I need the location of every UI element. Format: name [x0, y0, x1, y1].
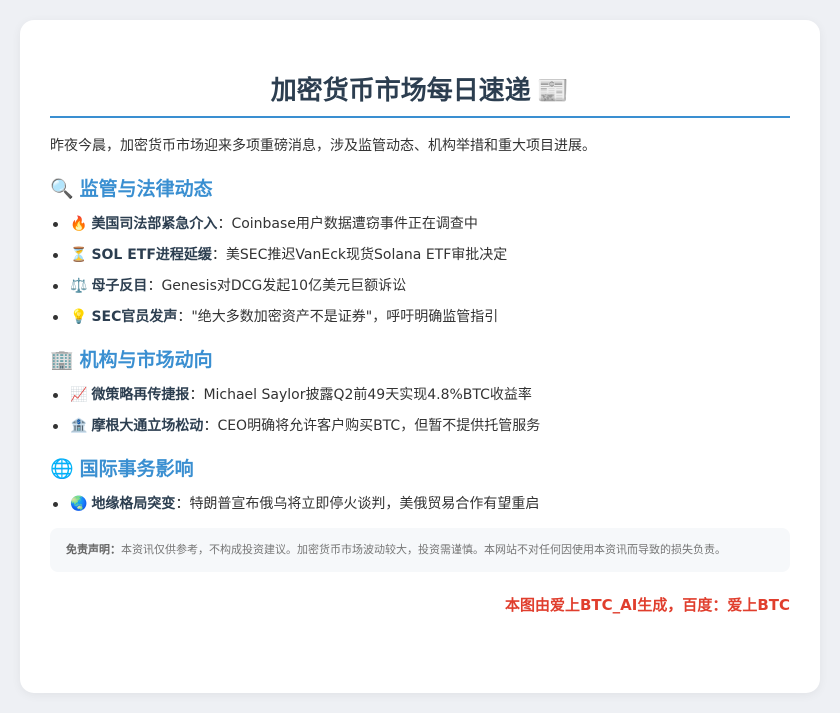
fire-icon: 🔥 [70, 216, 88, 232]
news-item: 🏦 摩根大通立场松动：CEO明确将允许客户购买BTC，但暂不提供托管服务 [50, 416, 790, 436]
news-item-text: "绝大多数加密资产不是证券"，呼吁明确监管指引 [191, 309, 499, 325]
section-heading: 🔍 监管与法律动态 [50, 176, 790, 202]
news-item-text: 美SEC推迟VanEck现货Solana ETF审批决定 [225, 247, 508, 263]
lightbulb-icon: 💡 [70, 309, 88, 325]
news-item-label: 母子反目 [91, 278, 148, 294]
news-item-text: CEO明确将允许客户购买BTC，但暂不提供托管服务 [217, 418, 541, 434]
title-text: 加密货币市场每日速递 [270, 76, 531, 106]
news-item-separator: ： [211, 247, 226, 263]
news-item: ⚖️ 母子反目：Genesis对DCG发起10亿美元巨额诉讼 [50, 276, 790, 296]
earth-icon: 🌏 [70, 496, 88, 512]
news-item-label: SEC官员发声 [91, 309, 178, 325]
scales-icon: ⚖️ [70, 278, 88, 294]
news-item: ⏳ SOL ETF进程延缓：美SEC推迟VanEck现货Solana ETF审批决… [50, 245, 790, 265]
chart-up-icon: 📈 [70, 387, 88, 403]
office-building-icon: 🏢 [50, 349, 74, 371]
section-heading: 🏢 机构与市场动向 [50, 347, 790, 373]
news-item: 📈 微策略再传捷报：Michael Saylor披露Q2前49天实现4.8%BTC… [50, 385, 790, 405]
news-item-text: Michael Saylor披露Q2前49天实现4.8%BTC收益率 [203, 387, 532, 403]
news-item-separator: ： [175, 496, 190, 512]
section-heading: 🌐 国际事务影响 [50, 456, 790, 482]
news-list: 📈 微策略再传捷报：Michael Saylor披露Q2前49天实现4.8%BTC… [50, 385, 790, 436]
intro-text: 昨夜今晨，加密货币市场迎来多项重磅消息，涉及监管动态、机构举措和重大项目进展。 [50, 138, 596, 154]
disclaimer-text: 本资讯仅供参考，不构成投资建议。加密货币市场波动较大，投资需谨慎。本网站不对任何… [121, 543, 726, 556]
news-list: 🔥 美国司法部紧急介入：Coinbase用户数据遭窃事件正在调查中 ⏳ SOL ETF… [50, 214, 790, 327]
section-heading-text: 国际事务影响 [79, 458, 194, 480]
news-item-label: 微策略再传捷报 [91, 387, 190, 403]
news-item-label: 美国司法部紧急介入 [91, 216, 218, 232]
sections-container: 🔍 监管与法律动态 🔥 美国司法部紧急介入：Coinbase用户数据遭窃事件正在调查中… [50, 176, 790, 514]
news-item-text: 特朗普宣布俄乌将立即停火谈判，美俄贸易合作有望重启 [189, 496, 540, 512]
footer-credit: 本图由爱上BTC_AI生成，百度：爱上BTC [504, 596, 790, 614]
news-item-label: SOL ETF进程延缓 [91, 247, 212, 263]
news-card: 加密货币市场每日速递 📰 昨夜今晨，加密货币市场迎来多项重磅消息，涉及监管动态、机… [20, 20, 820, 693]
news-item: 💡 SEC官员发声："绝大多数加密资产不是证券"，呼吁明确监管指引 [50, 307, 790, 327]
news-item-text: Coinbase用户数据遭窃事件正在调查中 [231, 216, 478, 232]
news-item: 🔥 美国司法部紧急介入：Coinbase用户数据遭窃事件正在调查中 [50, 214, 790, 234]
page-title: 加密货币市场每日速递 📰 [50, 74, 790, 108]
news-list: 🌏 地缘格局突变：特朗普宣布俄乌将立即停火谈判，美俄贸易合作有望重启 [50, 494, 790, 514]
news-item-separator: ： [203, 418, 218, 434]
title-divider [50, 116, 790, 118]
section-heading-text: 监管与法律动态 [79, 178, 213, 200]
news-item-label: 摩根大通立场松动 [91, 418, 204, 434]
section-heading-text: 机构与市场动向 [79, 349, 213, 371]
news-item: 🌏 地缘格局突变：特朗普宣布俄乌将立即停火谈判，美俄贸易合作有望重启 [50, 494, 790, 514]
news-item-label: 地缘格局突变 [91, 496, 176, 512]
news-item-separator: ： [177, 309, 192, 325]
magnifier-icon: 🔍 [50, 178, 74, 200]
bank-icon: 🏦 [70, 418, 88, 434]
disclaimer-box: 免责声明：本资讯仅供参考，不构成投资建议。加密货币市场波动较大，投资需谨慎。本网… [50, 528, 790, 572]
news-item-text: Genesis对DCG发起10亿美元巨额诉讼 [161, 278, 407, 294]
news-item-separator: ： [147, 278, 162, 294]
news-item-separator: ： [189, 387, 204, 403]
globe-icon: 🌐 [50, 458, 74, 480]
hourglass-icon: ⏳ [70, 247, 88, 263]
newspaper-icon: 📰 [536, 76, 570, 106]
disclaimer-label: 免责声明： [66, 543, 121, 556]
news-item-separator: ： [217, 216, 232, 232]
